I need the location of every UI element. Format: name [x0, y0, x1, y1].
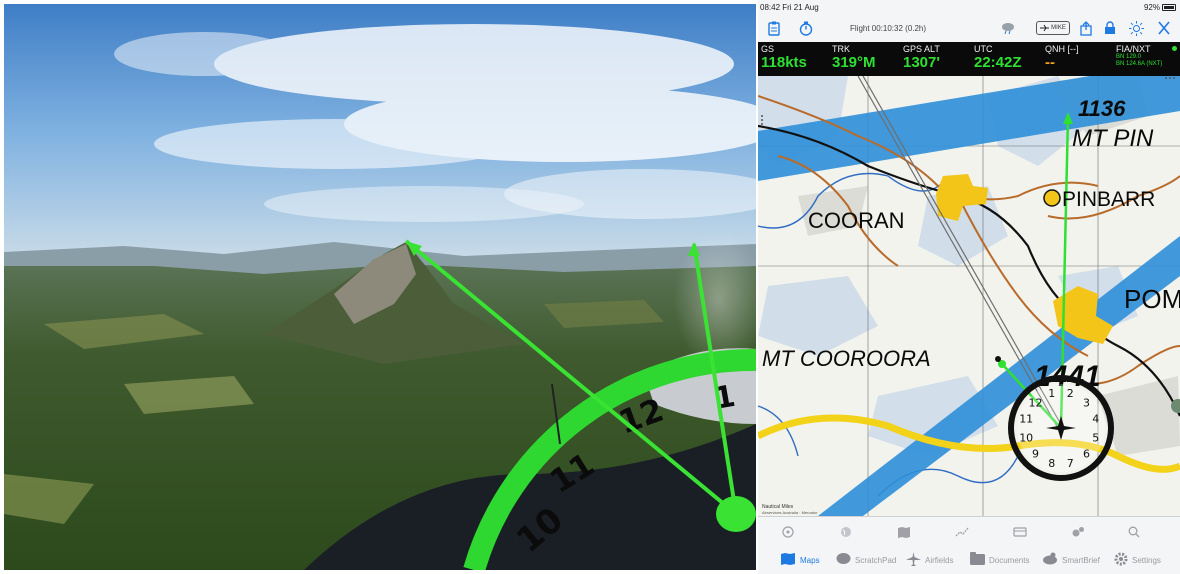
tab-label-scratchpad: ScratchPad — [855, 555, 897, 565]
weather-icon[interactable] — [998, 18, 1018, 38]
fia-cell[interactable]: FIA/NXT BN 129.0 BN 124.6A (NXT) — [1116, 44, 1162, 68]
brightness-icon[interactable] — [1126, 18, 1146, 38]
map-attribution: Airservices Australia · Mercator — [762, 510, 818, 515]
map-clock-number-8: 8 — [1048, 457, 1055, 470]
gps-alt-value: 1307' — [903, 54, 940, 71]
map-clock-number-12: 12 — [1029, 397, 1043, 410]
label-cooran: COORAN — [808, 208, 905, 233]
documents-icon — [970, 552, 985, 568]
lock-icon[interactable] — [1100, 18, 1120, 38]
tab-label-settings: Settings — [1132, 555, 1161, 565]
airplane-icon — [906, 551, 921, 569]
tab-settings[interactable]: Settings — [1114, 551, 1161, 569]
label-mt-pinbarren: MT PIN — [1072, 125, 1154, 152]
fia-next: BN 124.6A (NXT) — [1116, 61, 1163, 67]
mike-button[interactable]: MIKE — [1036, 21, 1070, 35]
town-pinbarren — [1043, 189, 1061, 207]
tab-bar: Maps ScratchPad Airfields Documents Smar… — [758, 516, 1180, 574]
qnh-label: QNH [--] — [1045, 44, 1079, 54]
toolbar: Flight 00:10:32 (0.2h) MIKE — [758, 14, 1180, 42]
trk-label: TRK — [832, 44, 850, 54]
label-mt-cooroora: MT COOROORA — [762, 346, 931, 371]
moving-map[interactable]: COORAN PINBARR POM MT PIN MT COOROORA 11… — [758, 76, 1180, 516]
status-battery: 92% — [1144, 3, 1176, 12]
map-clock-number-6: 6 — [1083, 448, 1090, 461]
qnh-value: -- — [1045, 54, 1055, 71]
ipad-app: 08:42 Fri 21 Aug 92% Flight 00:10:32 (0.… — [758, 0, 1180, 574]
mt-cooroora-peak — [995, 356, 1001, 362]
gs-cell[interactable]: GS 118kts — [761, 44, 807, 72]
screen: 10 11 12 1 08:42 Fri 21 Aug 92% Flight 0… — [0, 0, 1180, 574]
map-sub-toolbar — [758, 523, 1180, 541]
utc-label: UTC — [974, 44, 993, 54]
gears-icon[interactable] — [1068, 523, 1088, 541]
status-time: 08:42 Fri 21 Aug — [760, 3, 819, 12]
label-pomona: POM — [1124, 284, 1180, 314]
map-clock-overlay: 121 234567891011 — [1008, 375, 1114, 481]
clipboard-icon[interactable] — [764, 18, 784, 38]
map-clock-number-11: 11 — [1019, 413, 1033, 426]
map-clock-number-5: 5 — [1092, 431, 1099, 444]
settings-icon — [1114, 552, 1128, 569]
cockpit-photo: 10 11 12 1 — [4, 4, 756, 570]
qnh-cell[interactable]: QNH [--] -- — [1045, 44, 1079, 72]
compass-icon[interactable] — [778, 523, 798, 541]
map-clock-number-3: 3 — [1083, 397, 1090, 410]
utc-cell[interactable]: UTC 22:42Z — [974, 44, 1022, 72]
fia-current: BN 129.0 — [1116, 54, 1142, 60]
aircraft-position-dot — [716, 496, 756, 532]
gps-alt-cell[interactable]: GPS ALT 1307' — [903, 44, 940, 72]
map-icon — [780, 552, 796, 568]
drawer-handle-right[interactable] — [1165, 77, 1175, 79]
map-clock-number-4: 4 — [1092, 413, 1099, 426]
mike-label: MIKE — [1051, 25, 1066, 31]
battery-icon — [1162, 4, 1176, 11]
map-clock-number-9: 9 — [1032, 448, 1039, 461]
map-icon[interactable] — [894, 523, 914, 541]
cockpit-scene: 10 11 12 1 — [4, 4, 756, 570]
tab-documents[interactable]: Documents — [970, 551, 1029, 569]
smartbrief-icon — [1042, 552, 1058, 568]
utc-value: 22:42Z — [974, 54, 1022, 71]
stopwatch-icon[interactable] — [796, 18, 816, 38]
search-icon[interactable] — [1124, 523, 1144, 541]
gs-value: 118kts — [761, 54, 807, 71]
airplane-icon — [1040, 24, 1050, 32]
gs-label: GS — [761, 44, 775, 54]
gps-alt-label: GPS ALT — [903, 44, 940, 54]
label-pinbarren: PINBARR — [1062, 188, 1155, 211]
flight-timer: Flight 00:10:32 (0.2h) — [850, 24, 927, 33]
battery-percent: 92% — [1143, 3, 1160, 12]
map-clock-number-1: 1 — [1048, 387, 1055, 400]
map-clock-number-10: 10 — [1019, 431, 1033, 444]
tab-label-smartbrief: SmartBrief — [1062, 555, 1100, 565]
share-icon[interactable] — [1076, 18, 1096, 38]
map-clock-number-2: 2 — [1067, 387, 1074, 400]
tab-smartbrief[interactable]: SmartBrief — [1042, 551, 1100, 569]
fia-label: FIA/NXT — [1116, 44, 1151, 54]
trk-value: 319°M — [832, 54, 876, 71]
route-icon[interactable] — [952, 523, 972, 541]
card-icon[interactable] — [1010, 523, 1030, 541]
map-clock-number-7: 7 — [1067, 457, 1074, 470]
tab-airfields[interactable]: Airfields — [906, 551, 953, 569]
globe-icon[interactable] — [836, 523, 856, 541]
gps-status-dot — [1172, 46, 1177, 51]
tab-label-documents: Documents — [989, 555, 1030, 565]
label-elevation-1136: 1136 — [1078, 96, 1126, 121]
tab-scratchpad[interactable]: ScratchPad — [836, 551, 896, 569]
tab-label-maps: Maps — [800, 555, 820, 565]
nav-data-strip: GS 118kts TRK 319°M GPS ALT 1307' UTC 22… — [758, 42, 1180, 76]
tab-maps[interactable]: Maps — [780, 551, 820, 569]
trk-cell[interactable]: TRK 319°M — [832, 44, 876, 72]
tab-label-airfields: Airfields — [925, 555, 954, 565]
map-canvas[interactable]: COORAN PINBARR POM MT PIN MT COOROORA 11… — [758, 76, 1180, 516]
scratchpad-icon — [836, 552, 851, 568]
status-bar: 08:42 Fri 21 Aug 92% — [758, 0, 1180, 14]
close-icon[interactable] — [1154, 18, 1174, 38]
drawer-handle-left[interactable] — [761, 115, 763, 125]
